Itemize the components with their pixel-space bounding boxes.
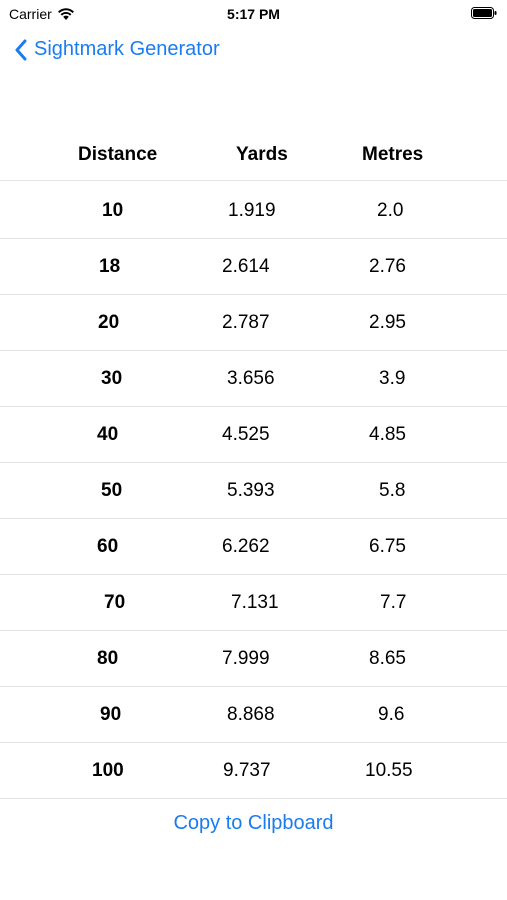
copy-to-clipboard-button[interactable]: Copy to Clipboard	[0, 812, 507, 835]
table-row: 30 3.656 3.9	[0, 351, 507, 407]
distance-cell: 10	[102, 200, 124, 221]
back-button[interactable]: Sightmark Generator	[14, 38, 220, 61]
metres-cell: 2.0	[377, 200, 404, 221]
header-distance: Distance	[78, 144, 158, 165]
table-row: 50 5.393 5.8	[0, 463, 507, 519]
distance-cell: 20	[98, 312, 120, 333]
distance-cell: 100	[92, 760, 124, 781]
yards-cell: 7.999	[222, 648, 270, 669]
metres-cell: 8.65	[369, 648, 406, 669]
yards-cell: 9.737	[223, 760, 271, 781]
table-row: 18 2.614 2.76	[0, 239, 507, 295]
navigation-bar: Sightmark Generator	[0, 36, 507, 70]
header-yards: Yards	[236, 144, 288, 165]
metres-cell: 9.6	[378, 704, 405, 725]
table-row: 20 2.787 2.95	[0, 295, 507, 351]
yards-cell: 4.525	[222, 424, 270, 445]
status-bar: Carrier 5:17 PM	[0, 0, 507, 28]
yards-cell: 1.919	[228, 200, 276, 221]
metres-cell: 5.8	[379, 480, 406, 501]
table-row: 10 1.919 2.0	[0, 183, 507, 239]
back-button-label: Sightmark Generator	[34, 38, 220, 60]
status-time: 5:17 PM	[227, 6, 280, 22]
table-row: 70 7.131 7.7	[0, 575, 507, 631]
distance-cell: 80	[97, 648, 119, 669]
distance-cell: 50	[101, 480, 123, 501]
table-row: 100 9.737 10.55	[0, 743, 507, 799]
header-metres: Metres	[362, 144, 424, 165]
chevron-left-icon	[14, 39, 28, 61]
table-row: 40 4.525 4.85	[0, 407, 507, 463]
metres-cell: 10.55	[365, 760, 413, 781]
sightmark-table: 10 1.919 2.0 18 2.614 2.76 20 2.787 2.95…	[0, 183, 507, 799]
distance-cell: 40	[97, 424, 119, 445]
distance-cell: 70	[104, 592, 126, 613]
table-row: 80 7.999 8.65	[0, 631, 507, 687]
metres-cell: 2.95	[369, 312, 406, 333]
distance-cell: 18	[99, 256, 121, 277]
metres-cell: 7.7	[380, 592, 407, 613]
yards-cell: 6.262	[222, 536, 270, 557]
table-row: 90 8.868 9.6	[0, 687, 507, 743]
metres-cell: 3.9	[379, 368, 406, 389]
metres-cell: 2.76	[369, 256, 406, 277]
yards-cell: 7.131	[231, 592, 279, 613]
distance-cell: 90	[100, 704, 122, 725]
yards-cell: 8.868	[227, 704, 275, 725]
metres-cell: 4.85	[369, 424, 406, 445]
yards-cell: 5.393	[227, 480, 275, 501]
battery-icon	[471, 7, 497, 19]
yards-cell: 3.656	[227, 368, 275, 389]
distance-cell: 60	[97, 536, 119, 557]
metres-cell: 6.75	[369, 536, 406, 557]
table-row: 60 6.262 6.75	[0, 519, 507, 575]
yards-cell: 2.787	[222, 312, 270, 333]
yards-cell: 2.614	[222, 256, 270, 277]
table-header: Distance Yards Metres	[0, 140, 507, 181]
distance-cell: 30	[101, 368, 123, 389]
